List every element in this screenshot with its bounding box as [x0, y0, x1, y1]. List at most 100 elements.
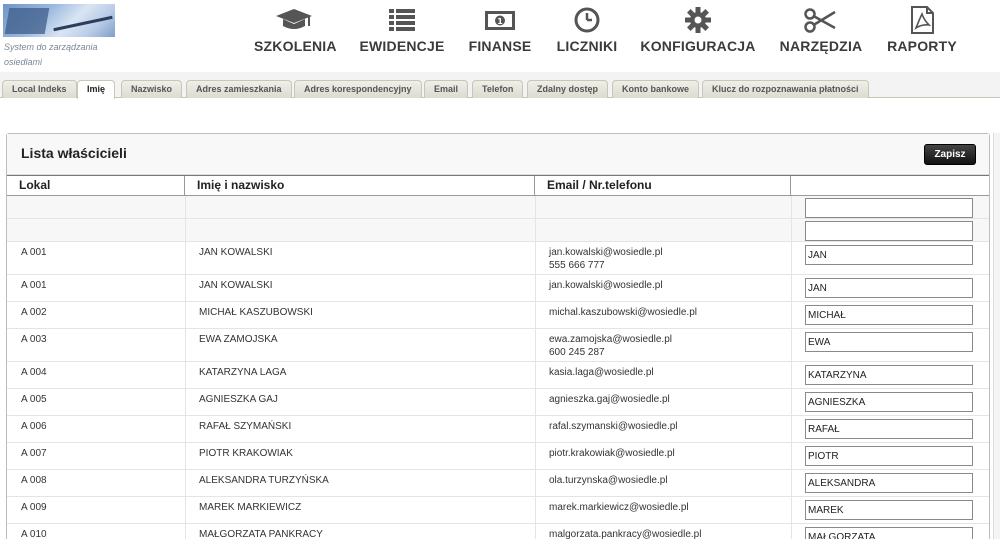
tab-nazwisko[interactable]: Nazwisko: [121, 80, 183, 98]
table-row: A 008 ALEKSANDRA TURZYŃSKA ola.turzynska@w…: [7, 470, 989, 497]
first-name-input[interactable]: [805, 473, 973, 493]
column-divider: [535, 416, 536, 442]
first-name-input[interactable]: [805, 245, 973, 265]
nav-finanse[interactable]: 1 FINANSE: [468, 6, 532, 54]
first-name-input[interactable]: [805, 221, 973, 241]
cell-email: jan.kowalski@wosiedle.pl: [549, 280, 663, 291]
tab-local-indeks[interactable]: Local Indeks: [2, 80, 77, 98]
tab-telefon[interactable]: Telefon: [472, 80, 524, 98]
column-divider: [185, 497, 186, 523]
first-name-input[interactable]: [805, 305, 973, 325]
cell-lokal: A 004: [21, 367, 47, 378]
first-name-input[interactable]: [805, 198, 973, 218]
column-divider: [535, 242, 536, 274]
column-divider: [535, 329, 536, 361]
tab-klucz-platnosci[interactable]: Klucz do rozpoznawania płatności: [702, 80, 869, 98]
column-divider: [535, 470, 536, 496]
nav-narzedzia[interactable]: NARZĘDZIA: [778, 6, 864, 54]
svg-text:1: 1: [497, 17, 503, 26]
column-divider: [535, 196, 536, 218]
cell-name: PIOTR KRAKOWIAK: [199, 448, 293, 459]
first-name-input[interactable]: [805, 278, 973, 298]
nav-szkolenia[interactable]: SZKOLENIA: [254, 6, 337, 54]
cell-name: MICHAŁ KASZUBOWSKI: [199, 307, 313, 318]
tab-zdalny-dostep[interactable]: Zdalny dostęp: [527, 80, 609, 98]
cell-contact: jan.kowalski@wosiedle.pl 555 666 777: [549, 242, 663, 272]
cell-contact: kasia.laga@wosiedle.pl: [549, 362, 654, 379]
first-name-input[interactable]: [805, 500, 973, 520]
column-divider: [791, 275, 792, 301]
nav-label: FINANSE: [468, 38, 532, 54]
cell-email: michal.kaszubowski@wosiedle.pl: [549, 307, 697, 318]
cell-lokal: A 005: [21, 394, 47, 405]
nav-label: NARZĘDZIA: [779, 38, 863, 54]
table-row: [7, 196, 989, 219]
table-row: [7, 219, 989, 242]
nav-label: KONFIGURACJA: [640, 38, 756, 54]
cell-contact: malgorzata.pankracy@wosiedle.pl: [549, 524, 701, 539]
column-divider: [791, 389, 792, 415]
cell-name: MAŁGORZATA PANKRACY: [199, 529, 323, 539]
tab-email[interactable]: Email: [424, 80, 469, 98]
cell-contact: michal.kaszubowski@wosiedle.pl: [549, 302, 697, 319]
table-body: A 001 JAN KOWALSKI jan.kowalski@wosiedle.p…: [7, 196, 989, 539]
tab-imie[interactable]: Imię: [77, 80, 116, 99]
tab-adres-zamieszkania[interactable]: Adres zamieszkania: [186, 80, 292, 98]
cell-lokal: A 001: [21, 247, 47, 258]
cell-lokal: A 006: [21, 421, 47, 432]
page-scrollbar[interactable]: [993, 133, 1000, 539]
first-name-input[interactable]: [805, 527, 973, 539]
cell-lokal: A 008: [21, 475, 47, 486]
column-divider: [791, 497, 792, 523]
column-header-email[interactable]: Email / Nr.telefonu: [535, 176, 791, 196]
first-name-input[interactable]: [805, 446, 973, 466]
tab-adres-korespondencyjny[interactable]: Adres korespondencyjny: [294, 80, 422, 98]
column-divider: [185, 443, 186, 469]
logo-tagline: System do zarządzania osiedlami: [4, 42, 98, 67]
column-divider: [791, 470, 792, 496]
nav-liczniki[interactable]: LICZNIKI: [555, 6, 619, 54]
first-name-input[interactable]: [805, 392, 973, 412]
nav-raporty[interactable]: RAPORTY: [886, 6, 958, 54]
tab-bar: Local Indeks Imię Nazwisko Adres zamiesz…: [0, 72, 1000, 99]
nav-ewidencje[interactable]: EWIDENCJE: [359, 6, 445, 54]
table-row: A 006 RAFAŁ SZYMAŃSKI rafal.szymanski@wosi…: [7, 416, 989, 443]
nav-konfiguracja[interactable]: KONFIGURACJA: [640, 6, 756, 54]
cell-email: rafal.szymanski@wosiedle.pl: [549, 421, 678, 432]
cell-email: kasia.laga@wosiedle.pl: [549, 367, 654, 378]
app-header: System do zarządzania osiedlami SZKOLENI…: [0, 0, 1000, 72]
calculator-graphic: [4, 8, 50, 34]
logo-image[interactable]: [3, 4, 115, 37]
table-row: A 001 JAN KOWALSKI jan.kowalski@wosiedle.p…: [7, 242, 989, 275]
first-name-input[interactable]: [805, 419, 973, 439]
column-divider: [791, 416, 792, 442]
column-divider: [791, 329, 792, 361]
column-divider: [791, 524, 792, 539]
cell-lokal: A 001: [21, 280, 47, 291]
cell-contact: piotr.krakowiak@wosiedle.pl: [549, 443, 675, 460]
column-divider: [185, 362, 186, 388]
column-header-name[interactable]: Imię i nazwisko: [185, 176, 535, 196]
column-divider: [535, 219, 536, 241]
column-divider: [185, 329, 186, 361]
nav-label: SZKOLENIA: [254, 38, 337, 54]
save-button[interactable]: Zapisz: [924, 144, 976, 165]
column-header-lokal[interactable]: Lokal: [7, 176, 185, 196]
cell-email: malgorzata.pankracy@wosiedle.pl: [549, 529, 702, 539]
first-name-input[interactable]: [805, 365, 973, 385]
table-header: Lokal Imię i nazwisko Email / Nr.telefon…: [7, 175, 989, 196]
pen-graphic: [53, 15, 113, 32]
column-divider: [535, 302, 536, 328]
panel-title: Lista właścicieli: [21, 145, 127, 161]
cell-contact: marek.markiewicz@wosiedle.pl: [549, 497, 689, 514]
gear-icon: [678, 6, 718, 34]
nav-label: EWIDENCJE: [359, 38, 445, 54]
first-name-input[interactable]: [805, 332, 973, 352]
cell-contact: ola.turzynska@wosiedle.pl: [549, 470, 668, 487]
column-divider: [185, 196, 186, 218]
column-divider: [791, 302, 792, 328]
nav-label: LICZNIKI: [556, 38, 618, 54]
column-divider: [185, 302, 186, 328]
tab-konto-bankowe[interactable]: Konto bankowe: [612, 80, 699, 98]
cell-phone: 555 666 777: [549, 260, 605, 271]
